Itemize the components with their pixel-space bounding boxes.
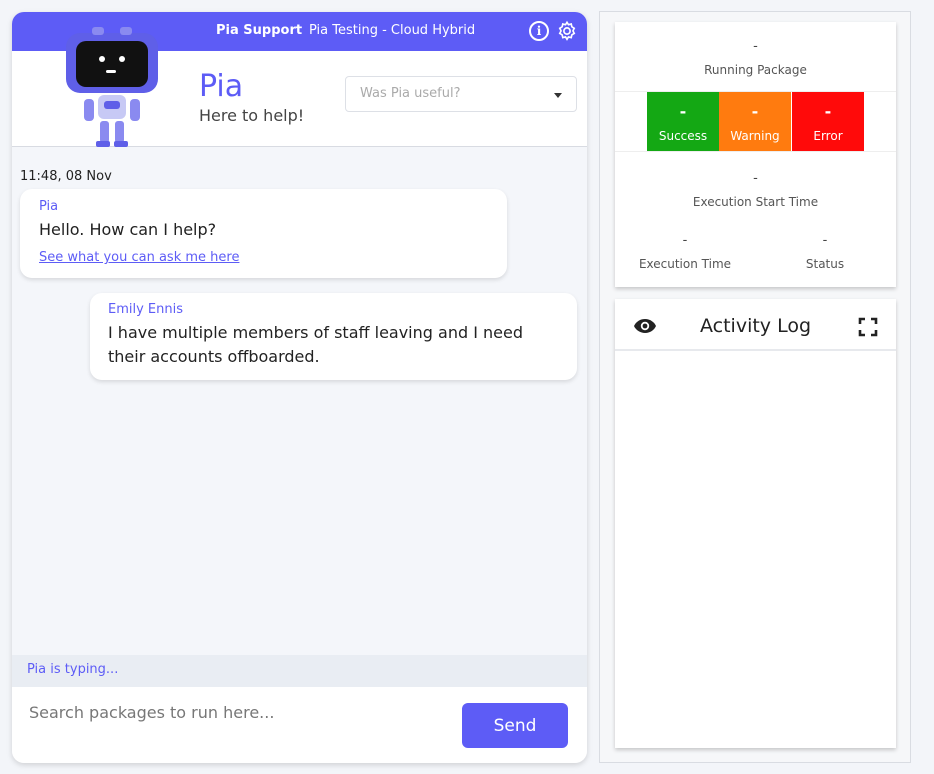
feedback-dropdown[interactable]: Was Pia useful?	[345, 76, 577, 112]
execution-start-value: -	[753, 171, 758, 186]
success-count: -	[679, 102, 687, 121]
chat-input-bar: Send	[12, 687, 587, 763]
feedback-placeholder: Was Pia useful?	[360, 86, 461, 101]
running-package-label: Running Package	[704, 63, 807, 77]
pia-subtitle: Here to help!	[199, 106, 305, 125]
package-status-card: - Running Package - Success - Warning - …	[615, 22, 896, 287]
pia-title: Pia	[199, 69, 244, 104]
context-label: Pia Testing - Cloud Hybrid	[309, 23, 476, 38]
side-panel: - Running Package - Success - Warning - …	[599, 11, 911, 763]
pia-robot-avatar	[66, 27, 158, 147]
message-text: Hello. How can I help?	[39, 220, 217, 239]
gear-icon[interactable]	[556, 20, 578, 42]
activity-log-header: Activity Log	[615, 299, 896, 351]
warning-count: -	[751, 102, 759, 121]
activity-log-title: Activity Log	[699, 315, 812, 337]
execution-time-value: -	[682, 233, 688, 248]
warning-tile: - Warning	[719, 92, 791, 152]
chat-header: Pia Here to help! Was Pia useful?	[12, 27, 587, 147]
divider	[615, 151, 896, 152]
message-sender: Emily Ennis	[108, 302, 184, 317]
chat-panel: Pia Support Pia Testing - Cloud Hybrid i…	[12, 12, 587, 763]
success-label: Success	[658, 129, 708, 143]
fullscreen-icon[interactable]	[858, 317, 878, 337]
message-timestamp: 11:48, 08 Nov	[20, 169, 112, 184]
error-count: -	[824, 102, 832, 121]
info-icon[interactable]: i	[529, 21, 549, 41]
message-sender: Pia	[39, 199, 59, 214]
activity-log-card: Activity Log	[615, 299, 896, 748]
send-button[interactable]: Send	[462, 703, 568, 748]
search-input[interactable]	[29, 697, 449, 727]
execution-time-label: Execution Time	[638, 257, 732, 271]
status-value: -	[822, 233, 828, 248]
message-text: I have multiple members of staff leaving…	[108, 323, 523, 366]
warning-label: Warning	[730, 129, 780, 143]
error-tile: - Error	[792, 92, 864, 152]
help-link[interactable]: See what you can ask me here	[39, 250, 239, 265]
pia-support-label: Pia Support	[216, 23, 303, 38]
message-bubble-pia: Pia Hello. How can I help? See what you …	[20, 189, 507, 278]
typing-indicator: Pia is typing...	[12, 655, 587, 687]
success-tile: - Success	[647, 92, 719, 152]
result-tiles: - Success - Warning - Error	[647, 92, 864, 152]
chevron-down-icon	[554, 93, 562, 98]
running-package-value: -	[753, 39, 758, 54]
error-label: Error	[813, 129, 843, 143]
message-bubble-user: Emily Ennis I have multiple members of s…	[90, 293, 577, 380]
status-label: Status	[805, 257, 845, 271]
execution-start-label: Execution Start Time	[692, 195, 819, 209]
